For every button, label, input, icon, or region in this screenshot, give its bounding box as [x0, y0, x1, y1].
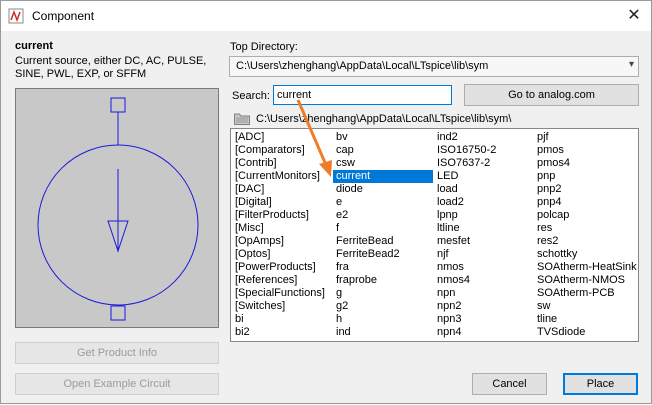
list-item[interactable]: ind — [333, 326, 433, 339]
list-column: bv cap csw current diode e e2 f FerriteB… — [333, 131, 433, 339]
get-product-info-button[interactable]: Get Product Info — [15, 342, 219, 364]
list-item[interactable]: npn4 — [434, 326, 496, 339]
component-name: current — [15, 40, 53, 52]
list-item[interactable]: diode — [333, 183, 433, 196]
list-item[interactable]: ISO7637-2 — [434, 157, 496, 170]
component-description: Current source, either DC, AC, PULSE, SI… — [15, 55, 207, 80]
list-item[interactable]: e — [333, 196, 433, 209]
list-item[interactable]: g — [333, 287, 433, 300]
close-icon[interactable]: ✕ — [623, 5, 645, 27]
list-item[interactable]: SOAtherm-NMOS — [534, 274, 637, 287]
list-item[interactable]: LED — [434, 170, 496, 183]
list-item[interactable]: [PowerProducts] — [232, 261, 325, 274]
open-example-circuit-button[interactable]: Open Example Circuit — [15, 373, 219, 395]
list-item[interactable]: bv — [333, 131, 433, 144]
list-item[interactable]: tline — [534, 313, 637, 326]
list-item[interactable]: [Switches] — [232, 300, 325, 313]
list-item[interactable]: [Comparators] — [232, 144, 325, 157]
list-item[interactable]: [References] — [232, 274, 325, 287]
top-directory-value: C:\Users\zhenghang\AppData\Local\LTspice… — [236, 60, 489, 72]
ltspice-component-icon — [8, 8, 24, 24]
component-list[interactable]: [ADC] [Comparators] [Contrib] [CurrentMo… — [230, 128, 639, 342]
window-title: Component — [32, 9, 95, 23]
list-item[interactable]: load — [434, 183, 496, 196]
list-item[interactable]: [OpAmps] — [232, 235, 325, 248]
list-item[interactable]: FerriteBead2 — [333, 248, 433, 261]
list-item[interactable]: pnp4 — [534, 196, 637, 209]
list-column: pjf pmos pmos4 pnp pnp2 pnp4 polcap res … — [534, 131, 637, 339]
chevron-down-icon: ▾ — [628, 59, 634, 70]
list-item[interactable]: f — [333, 222, 433, 235]
list-item[interactable]: pnp2 — [534, 183, 637, 196]
list-item[interactable]: [CurrentMonitors] — [232, 170, 325, 183]
list-item[interactable]: sw — [534, 300, 637, 313]
list-item-selected[interactable]: current — [333, 170, 433, 183]
symbol-preview — [15, 88, 219, 328]
list-item[interactable]: SOAtherm-HeatSink — [534, 261, 637, 274]
list-item[interactable]: load2 — [434, 196, 496, 209]
list-item[interactable]: ind2 — [434, 131, 496, 144]
list-item[interactable]: pnp — [534, 170, 637, 183]
list-item[interactable]: fraprobe — [333, 274, 433, 287]
list-item[interactable]: res — [534, 222, 637, 235]
list-item[interactable]: lpnp — [434, 209, 496, 222]
list-item[interactable]: SOAtherm-PCB — [534, 287, 637, 300]
top-directory-select[interactable]: C:\Users\zhenghang\AppData\Local\LTspice… — [229, 56, 639, 77]
component-dialog: Component ✕ current Current source, eith… — [0, 0, 652, 404]
list-item[interactable]: njf — [434, 248, 496, 261]
list-item[interactable]: polcap — [534, 209, 637, 222]
list-item[interactable]: bi — [232, 313, 325, 326]
list-item[interactable]: [ADC] — [232, 131, 325, 144]
search-field[interactable] — [273, 85, 452, 105]
list-item[interactable]: [Digital] — [232, 196, 325, 209]
top-directory-label: Top Directory: — [230, 41, 298, 53]
folder-icon — [234, 113, 250, 125]
list-item[interactable]: csw — [333, 157, 433, 170]
list-item[interactable]: fra — [333, 261, 433, 274]
list-column: [ADC] [Comparators] [Contrib] [CurrentMo… — [232, 131, 325, 339]
list-item[interactable]: res2 — [534, 235, 637, 248]
list-item[interactable]: pmos4 — [534, 157, 637, 170]
current-path: C:\Users\zhenghang\AppData\Local\LTspice… — [256, 113, 512, 125]
list-column: ind2 ISO16750-2 ISO7637-2 LED load load2… — [434, 131, 496, 339]
go-to-analog-button[interactable]: Go to analog.com — [464, 84, 639, 106]
list-item[interactable]: [DAC] — [232, 183, 325, 196]
place-button[interactable]: Place — [563, 373, 638, 395]
list-item[interactable]: npn3 — [434, 313, 496, 326]
search-label: Search: — [232, 90, 270, 102]
list-item[interactable]: pjf — [534, 131, 637, 144]
list-item[interactable]: bi2 — [232, 326, 325, 339]
list-item[interactable]: [Optos] — [232, 248, 325, 261]
list-item[interactable]: ISO16750-2 — [434, 144, 496, 157]
list-item[interactable]: [FilterProducts] — [232, 209, 325, 222]
search-input[interactable] — [277, 87, 447, 103]
cancel-button[interactable]: Cancel — [472, 373, 547, 395]
list-item[interactable]: nmos — [434, 261, 496, 274]
list-item[interactable]: mesfet — [434, 235, 496, 248]
title-bar: Component ✕ — [1, 1, 651, 31]
list-item[interactable]: cap — [333, 144, 433, 157]
list-item[interactable]: g2 — [333, 300, 433, 313]
list-item[interactable]: pmos — [534, 144, 637, 157]
list-item[interactable]: ltline — [434, 222, 496, 235]
current-source-symbol — [37, 97, 199, 321]
list-item[interactable]: TVSdiode — [534, 326, 637, 339]
list-item[interactable]: FerriteBead — [333, 235, 433, 248]
list-item[interactable]: schottky — [534, 248, 637, 261]
list-item[interactable]: e2 — [333, 209, 433, 222]
list-item[interactable]: npn2 — [434, 300, 496, 313]
list-item[interactable]: [Contrib] — [232, 157, 325, 170]
list-item[interactable]: nmos4 — [434, 274, 496, 287]
list-item[interactable]: [SpecialFunctions] — [232, 287, 325, 300]
list-item[interactable]: h — [333, 313, 433, 326]
list-item[interactable]: [Misc] — [232, 222, 325, 235]
list-item[interactable]: npn — [434, 287, 496, 300]
